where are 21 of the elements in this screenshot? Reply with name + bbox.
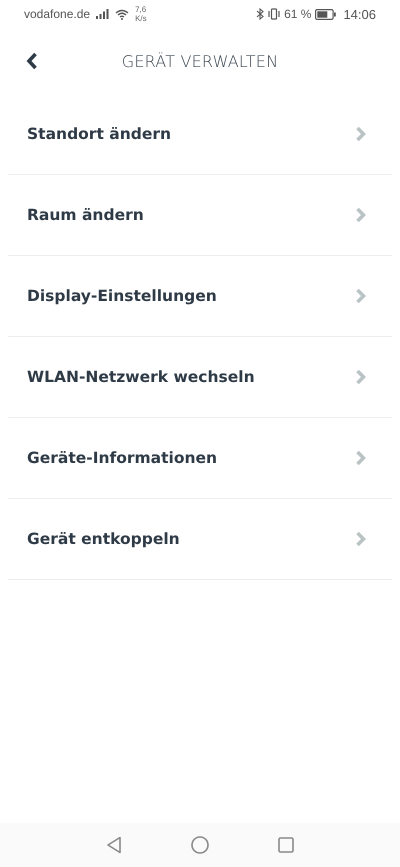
home-nav-icon[interactable] bbox=[191, 836, 209, 854]
speed-unit: K/s bbox=[135, 14, 147, 23]
signal-icon bbox=[96, 9, 110, 19]
chevron-icon bbox=[355, 288, 366, 304]
battery-icon bbox=[315, 8, 336, 20]
speed-value: 7,6 bbox=[135, 5, 147, 14]
chevron-icon bbox=[355, 450, 366, 466]
chevron-icon bbox=[355, 126, 366, 142]
wifi-icon bbox=[115, 8, 130, 20]
clock-time: 14:06 bbox=[343, 6, 376, 22]
recents-nav-icon[interactable] bbox=[278, 837, 294, 853]
screen-title: GERÄT VERWALTEN bbox=[122, 52, 278, 70]
chevron-icon bbox=[355, 369, 366, 385]
bluetooth-icon bbox=[256, 8, 264, 20]
carrier-name: vodafone.de bbox=[24, 7, 90, 21]
back-nav-icon[interactable] bbox=[106, 836, 122, 854]
chevron-icon bbox=[355, 531, 366, 547]
back-icon[interactable] bbox=[26, 52, 38, 70]
chevron-icon bbox=[355, 207, 366, 223]
battery-percent: 61 % bbox=[284, 7, 312, 21]
vibrate-icon bbox=[268, 8, 280, 20]
